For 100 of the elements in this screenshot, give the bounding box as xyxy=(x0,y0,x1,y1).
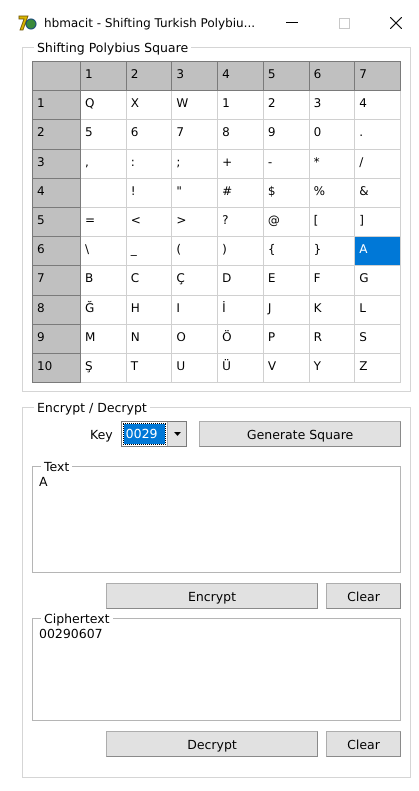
grid-cell[interactable]: O xyxy=(172,324,218,354)
maximize-icon xyxy=(338,18,350,28)
grid-cell[interactable]: Y xyxy=(310,354,356,384)
box-title: Ciphertext xyxy=(43,611,111,626)
grid-cell[interactable]: 4 xyxy=(355,91,401,120)
grid-cell[interactable]: , xyxy=(81,150,127,179)
grid-cell[interactable]: _ xyxy=(126,237,172,266)
grid-cell[interactable]: D xyxy=(218,266,264,296)
grid-cell[interactable]: ) xyxy=(218,237,264,266)
grid-cell[interactable]: A xyxy=(355,237,401,266)
encrypt-button[interactable]: Encrypt xyxy=(106,583,318,610)
grid-cell[interactable]: 8 xyxy=(218,120,264,150)
grid-cell[interactable]: + xyxy=(218,150,264,179)
grid-cell[interactable]: @ xyxy=(264,208,310,238)
ciphertext-area[interactable]: Ciphertext 00290607 xyxy=(32,611,401,722)
grid-cell[interactable]: 6 xyxy=(126,120,172,150)
row-header: 1 xyxy=(33,91,81,120)
grid-cell[interactable]: 3 xyxy=(310,91,356,120)
box-title: Text xyxy=(43,459,70,474)
grid-cell[interactable]: I xyxy=(172,296,218,325)
grid-cell[interactable]: 5 xyxy=(81,120,127,150)
grid-cell[interactable]: Ğ xyxy=(81,296,127,325)
grid-cell[interactable]: L xyxy=(355,296,401,325)
grid-cell[interactable]: 0 xyxy=(310,120,356,150)
clear-button[interactable]: Clear xyxy=(326,731,401,758)
grid-cell[interactable]: V xyxy=(264,354,310,384)
column-header: 2 xyxy=(126,62,172,92)
app-icon xyxy=(18,14,38,32)
grid-cell[interactable]: . xyxy=(355,120,401,150)
key-dropdown[interactable]: 0029 xyxy=(120,421,188,448)
grid-cell[interactable]: U xyxy=(172,354,218,384)
grid-cell[interactable]: Ç xyxy=(172,266,218,296)
grid-cell[interactable]: - xyxy=(264,150,310,179)
grid-cell[interactable]: C xyxy=(126,266,172,296)
clear-button[interactable]: Clear xyxy=(326,583,401,610)
column-header: 4 xyxy=(218,62,264,92)
column-header: 6 xyxy=(310,62,356,92)
grid-cell[interactable]: İ xyxy=(218,296,264,325)
grid-cell[interactable]: ? xyxy=(218,208,264,238)
grid-cell[interactable]: > xyxy=(172,208,218,238)
grid-cell[interactable]: S xyxy=(355,324,401,354)
caret-icon xyxy=(174,432,181,436)
grid-cell[interactable]: G xyxy=(355,266,401,296)
generate-square-button[interactable]: Generate Square xyxy=(199,421,401,448)
grid-cell[interactable]: H xyxy=(126,296,172,325)
ciphertext-value: 00290607 xyxy=(39,626,104,642)
grid-cell[interactable]: = xyxy=(81,208,127,238)
grid-cell[interactable]: T xyxy=(126,354,172,384)
grid-cell[interactable]: ; xyxy=(172,150,218,179)
grid-cell[interactable]: F xyxy=(310,266,356,296)
grid-cell[interactable]: / xyxy=(355,150,401,179)
grid-cell[interactable]: % xyxy=(310,178,356,208)
grid-cell[interactable]: 1 xyxy=(218,91,264,120)
text-area[interactable]: Text A xyxy=(32,459,401,574)
grid-cell[interactable]: : xyxy=(126,150,172,179)
row-header: 10 xyxy=(33,354,81,384)
grid-cell[interactable]: [ xyxy=(310,208,356,238)
grid-cell[interactable]: < xyxy=(126,208,172,238)
grid-cell[interactable]: ] xyxy=(355,208,401,238)
grid-cell[interactable]: & xyxy=(355,178,401,208)
grid-cell[interactable]: 2 xyxy=(264,91,310,120)
column-header: 1 xyxy=(81,62,127,92)
grid-cell[interactable] xyxy=(81,178,127,208)
key-label: Key xyxy=(90,426,113,442)
grid-cell[interactable]: X xyxy=(126,91,172,120)
row-header: 3 xyxy=(33,150,81,179)
grid-cell[interactable]: $ xyxy=(264,178,310,208)
text-value: A xyxy=(39,474,49,490)
grid-cell[interactable]: { xyxy=(264,237,310,266)
grid-cell[interactable]: 7 xyxy=(172,120,218,150)
grid-cell[interactable]: E xyxy=(264,266,310,296)
grid-cell[interactable]: } xyxy=(310,237,356,266)
grid-cell[interactable]: " xyxy=(172,178,218,208)
grid-cell[interactable]: J xyxy=(264,296,310,325)
panel-title: Encrypt / Decrypt xyxy=(36,400,148,416)
panel-title: Shifting Polybius Square xyxy=(36,40,190,55)
grid-cell[interactable]: Ş xyxy=(81,354,127,384)
grid-cell[interactable]: B xyxy=(81,266,127,296)
grid-cell[interactable]: M xyxy=(81,324,127,354)
grid-cell[interactable]: P xyxy=(264,324,310,354)
grid-cell[interactable]: ! xyxy=(126,178,172,208)
grid-cell[interactable]: # xyxy=(218,178,264,208)
decrypt-button[interactable]: Decrypt xyxy=(106,731,318,758)
grid-cell[interactable]: K xyxy=(310,296,356,325)
row-header: 7 xyxy=(33,266,81,296)
grid-cell[interactable]: ( xyxy=(172,237,218,266)
grid-cell[interactable]: * xyxy=(310,150,356,179)
grid-cell[interactable]: 9 xyxy=(264,120,310,150)
grid-cell[interactable]: N xyxy=(126,324,172,354)
grid-cell[interactable]: W xyxy=(172,91,218,120)
grid-cell[interactable]: Ö xyxy=(218,324,264,354)
close-icon xyxy=(390,17,402,29)
row-header: 5 xyxy=(33,208,81,238)
row-header: 9 xyxy=(33,324,81,354)
grid-cell[interactable]: R xyxy=(310,324,356,354)
grid-cell[interactable]: Q xyxy=(81,91,127,120)
column-header: 5 xyxy=(264,62,310,92)
grid-cell[interactable]: Z xyxy=(355,354,401,384)
grid-cell[interactable]: Ü xyxy=(218,354,264,384)
grid-cell[interactable]: \ xyxy=(81,237,127,266)
